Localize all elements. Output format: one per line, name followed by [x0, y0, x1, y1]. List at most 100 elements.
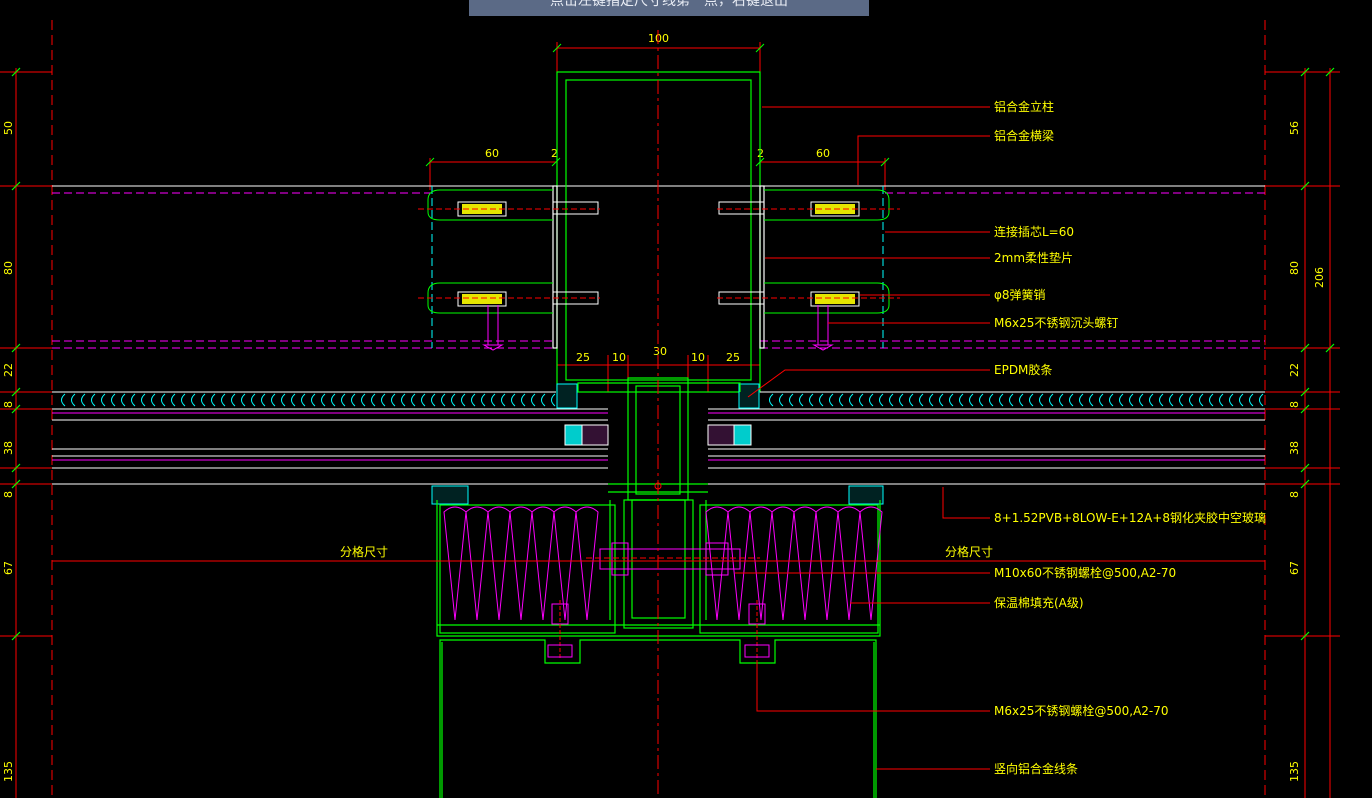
- sealant-hatch-mark: [1219, 393, 1224, 407]
- right-dim-5: 38: [1288, 441, 1301, 455]
- left-dim-8: 135: [2, 761, 15, 782]
- sealant-hatch-mark: [241, 393, 246, 407]
- sealant-hatch-mark: [421, 393, 426, 407]
- sealant-hatch-mark: [1139, 393, 1144, 407]
- sealant-hatch-mark: [161, 393, 166, 407]
- sealant-hatch-mark: [291, 393, 296, 407]
- callout-vertical-fin: 竖向铝合金线条: [994, 761, 1078, 776]
- sealant-hatch-mark: [361, 393, 366, 407]
- sealant-hatch-mark: [919, 393, 924, 407]
- sealant-hatch-mark: [1039, 393, 1044, 407]
- right-dim-3: 22: [1288, 363, 1301, 377]
- callout-leader-lines: [735, 106, 990, 770]
- sealant-hatch-mark: [461, 393, 466, 407]
- callout-glass: 8+1.52PVB+8LOW-E+12A+8钢化夹胶中空玻璃: [994, 510, 1266, 525]
- sealant-hatch-mark: [481, 393, 486, 407]
- sealant-hatch-mark: [371, 393, 376, 407]
- sealant-hatch-mark: [441, 393, 446, 407]
- sealant-hatch-mark: [251, 393, 256, 407]
- sealant-hatch-mark: [999, 393, 1004, 407]
- sealant-hatch-mark: [301, 393, 306, 407]
- grid-label-right: 分格尺寸: [945, 544, 993, 559]
- insulation-hatch-mark: [487, 506, 511, 621]
- right-dim-1: 56: [1288, 121, 1301, 135]
- dim-center-30: 30: [653, 345, 667, 358]
- dimension-ticks: [11, 67, 1335, 641]
- dim-right-10: 10: [691, 351, 705, 364]
- sealant-hatch-mark: [1129, 393, 1134, 407]
- sealant-hatch-mark: [1059, 393, 1064, 407]
- sealant-hatch-mark: [201, 393, 206, 407]
- sealant-hatch-mark: [171, 393, 176, 407]
- insulation-hatch-mark: [531, 506, 555, 621]
- sealant-hatch-mark: [779, 393, 784, 407]
- sealant-hatch-mark: [1249, 393, 1254, 407]
- insulation-hatch-mark: [749, 506, 773, 621]
- sealant-hatch-mark: [1079, 393, 1084, 407]
- callout-epdm: EPDM胶条: [994, 362, 1052, 377]
- sealant-hatch-mark: [869, 393, 874, 407]
- sealant-hatch-mark: [1229, 393, 1234, 407]
- sealant-hatch-mark: [111, 393, 116, 407]
- left-dim-6: 8: [2, 491, 15, 498]
- sealant-hatch-mark: [1239, 393, 1244, 407]
- sealant-hatch-mark: [531, 393, 536, 407]
- left-dim-4: 8: [2, 401, 15, 408]
- right-dim-4: 8: [1288, 401, 1301, 408]
- dim-left-25: 25: [576, 351, 590, 364]
- sealant-hatch-mark: [1209, 393, 1214, 407]
- dim-right-25: 25: [726, 351, 740, 364]
- sealant-hatch-mark: [121, 393, 126, 407]
- insulation-hatch-mark: [771, 506, 795, 621]
- sealant-hatch-mark: [231, 393, 236, 407]
- insulation-hatch-mark: [815, 506, 839, 621]
- sealant-hatch-mark: [401, 393, 406, 407]
- left-dimension-values: 50 80 22 8 38 8 67 135: [2, 121, 15, 782]
- sealant-hatch-mark: [391, 393, 396, 407]
- sealant-hatch-mark: [949, 393, 954, 407]
- sealant-hatch-mark: [1199, 393, 1204, 407]
- callout-spring-pin: φ8弹簧销: [994, 287, 1046, 302]
- cad-drawing-canvas[interactable]: 50 80 22 8 38 8 67 135 56 80 22 8 38 8 6…: [0, 0, 1372, 798]
- sealant-hatch-mark: [889, 393, 894, 407]
- right-dim-8: 135: [1288, 761, 1301, 782]
- sealant-hatch-mark: [1149, 393, 1154, 407]
- insulation-hatch-mark: [793, 506, 817, 621]
- sealant-hatch-mark: [411, 393, 416, 407]
- left-dim-7: 67: [2, 561, 15, 575]
- command-prompt-text: 点击左键指定尺寸线第一点，右键退出: [550, 0, 788, 9]
- sealant-hatch-mark: [1189, 393, 1194, 407]
- callout-labels: 铝合金立柱 铝合金横梁 连接插芯L=60 2mm柔性垫片 φ8弹簧销 M6x25…: [994, 99, 1266, 776]
- dim-right-60: 60: [816, 147, 830, 160]
- sealant-hatch-mark: [501, 393, 506, 407]
- sealant-hatch-mark: [81, 393, 86, 407]
- right-dim-6: 8: [1288, 491, 1301, 498]
- sealant-hatch-mark: [151, 393, 156, 407]
- sealant-hatch-mark: [989, 393, 994, 407]
- right-dim-total: 206: [1313, 267, 1326, 288]
- callout-countersunk-screw: M6x25不锈钢沉头螺钉: [994, 316, 1118, 330]
- insulation-hatch-mark: [443, 506, 467, 621]
- sealant-hatch-mark: [1119, 393, 1124, 407]
- sealant-hatch-mark: [221, 393, 226, 407]
- sealant-hatch-mark: [71, 393, 76, 407]
- insulation-hatch-mark: [575, 506, 599, 621]
- callout-mullion: 铝合金立柱: [994, 99, 1054, 114]
- sealant-hatch-mark: [331, 393, 336, 407]
- sealant-hatch-mark: [1089, 393, 1094, 407]
- left-dim-1: 50: [2, 121, 15, 135]
- sealant-band: [61, 393, 1264, 407]
- insulation-hatch-mark: [553, 506, 577, 621]
- sealant-hatch-mark: [909, 393, 914, 407]
- sealant-hatch-mark: [211, 393, 216, 407]
- sealant-hatch-mark: [1009, 393, 1014, 407]
- sealant-hatch-mark: [91, 393, 96, 407]
- sealant-hatch-mark: [979, 393, 984, 407]
- sealant-hatch-mark: [859, 393, 864, 407]
- sealant-hatch-mark: [839, 393, 844, 407]
- sealant-hatch-mark: [1069, 393, 1074, 407]
- sealant-hatch-mark: [1159, 393, 1164, 407]
- sealant-hatch-mark: [1049, 393, 1054, 407]
- callout-m6-bolt: M6x25不锈钢螺栓@500,A2-70: [994, 703, 1169, 718]
- right-dim-2: 80: [1288, 261, 1301, 275]
